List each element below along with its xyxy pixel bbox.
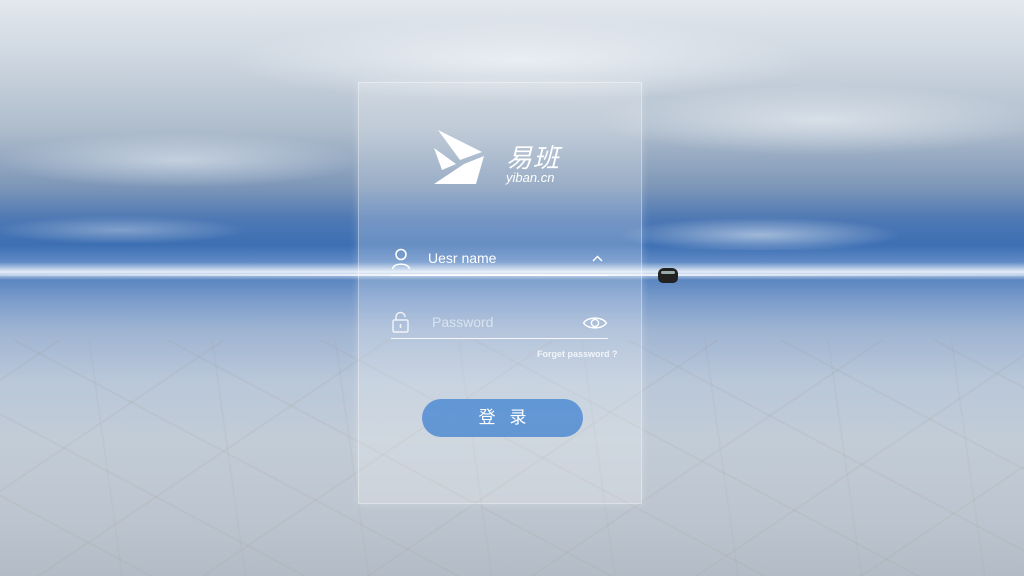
yiban-logo-icon	[434, 130, 484, 184]
eye-icon[interactable]	[582, 314, 608, 332]
logo-text-en: yiban.cn	[506, 170, 555, 185]
chevron-up-icon[interactable]	[582, 251, 608, 269]
username-field[interactable]: Uesr name	[391, 242, 608, 276]
lock-icon	[392, 311, 409, 333]
password-field[interactable]: Password	[391, 305, 608, 339]
username-value: Uesr name	[428, 250, 497, 266]
login-button[interactable]: 登录	[422, 399, 583, 437]
forgot-password-link[interactable]: Forget password ?	[537, 349, 618, 359]
vehicle-silhouette	[658, 268, 678, 283]
brand-logo: 易班 yiban.cn	[434, 130, 574, 186]
user-icon	[391, 248, 411, 270]
password-placeholder: Password	[432, 314, 494, 330]
